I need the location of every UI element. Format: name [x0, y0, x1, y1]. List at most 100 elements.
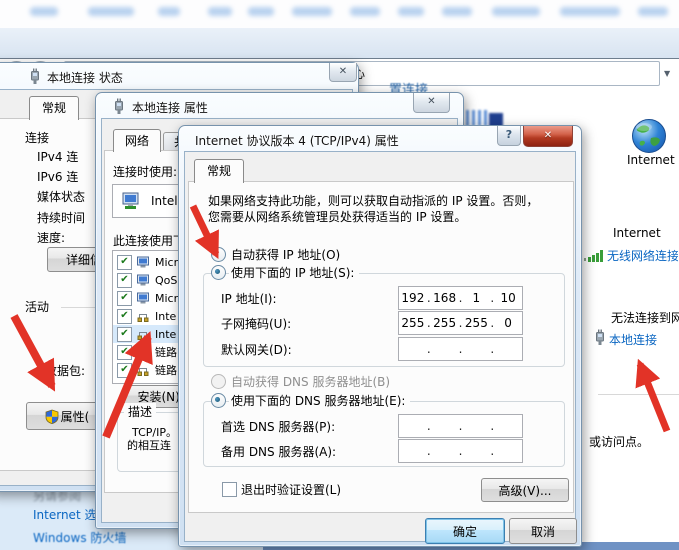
- radio-auto-ip[interactable]: [211, 247, 226, 262]
- checkbox-checked[interactable]: ✔: [117, 363, 132, 378]
- blurred-menu-item: [30, 7, 58, 16]
- status-dialog-titlebar[interactable]: 本地连接 状态 ✕: [0, 63, 358, 89]
- radio-manual-dns[interactable]: [211, 393, 226, 408]
- computer-icon: [137, 292, 151, 304]
- ok-button[interactable]: 确定: [425, 518, 505, 544]
- help-icon: ?: [506, 128, 512, 141]
- radio-auto-dns: [211, 374, 226, 389]
- checkbox-checked[interactable]: ✔: [117, 255, 132, 270]
- list-item-label: Micr: [155, 292, 178, 305]
- cannot-connect-text: 无法连接到网: [611, 309, 679, 326]
- address-bar: ← → ▾ ▶ 控制面板 ▶ 网络和 Internet ▶ 网络和共享中心 ▼: [0, 28, 679, 59]
- radio-manual-dns-label: 使用下面的 DNS 服务器地址(E):: [229, 392, 410, 409]
- close-icon: ✕: [339, 66, 347, 77]
- help-button[interactable]: ?: [497, 126, 521, 146]
- preferred-dns-field[interactable]: . . .: [398, 414, 523, 438]
- list-item-label: Inte: [155, 310, 176, 323]
- radio-manual-ip[interactable]: [211, 265, 226, 280]
- octet: 1: [463, 291, 491, 305]
- address-dropdown-icon[interactable]: ▼: [664, 69, 670, 78]
- blurred-menu-item: [88, 7, 134, 16]
- ethernet-plug-icon: [29, 68, 41, 85]
- status-dialog-title: 本地连接 状态: [47, 69, 123, 86]
- checkbox-checked[interactable]: ✔: [117, 345, 132, 360]
- tcpip-dialog-titlebar[interactable]: Internet 协议版本 4 (TCP/IPv4) 属性 ? ✕: [179, 126, 581, 152]
- close-button[interactable]: ✕: [329, 63, 357, 82]
- octet-separator: .: [490, 444, 494, 458]
- adapter-name: Intel: [151, 194, 178, 208]
- tab-network[interactable]: 网络: [113, 129, 161, 152]
- advanced-button[interactable]: 高级(V)...: [481, 478, 569, 502]
- description-label: 描述: [124, 403, 156, 420]
- annotation-arrow-local-connection: [640, 364, 667, 431]
- radio-auto-ip-label: 自动获得 IP 地址(O): [231, 246, 340, 263]
- list-item-label: 链路: [155, 362, 177, 378]
- close-icon: ✕: [427, 96, 435, 107]
- ip-address-field[interactable]: 192. 168. 1. 10: [398, 286, 523, 310]
- octet: 0: [494, 316, 522, 330]
- wireless-connection-link[interactable]: 无线网络连接: [607, 247, 678, 264]
- properties-button-label: 属性(: [61, 408, 90, 425]
- alternate-dns-field[interactable]: . . .: [398, 439, 523, 463]
- status-row: 媒体状态: [37, 188, 85, 205]
- blurred-menu-item: [158, 7, 180, 16]
- subnet-mask-field[interactable]: 255. 255. 255. 0: [398, 311, 523, 335]
- properties-dialog-titlebar[interactable]: 本地连接 属性 ✕: [96, 93, 463, 119]
- tab-general[interactable]: 常规: [29, 96, 79, 120]
- description-text: 的相互连: [127, 437, 171, 453]
- cancel-button[interactable]: 取消: [509, 518, 577, 544]
- blurred-thumbnail: [466, 110, 488, 126]
- intro-text: 如果网络支持此功能，则可以获取自动指派的 IP 设置。否则，: [208, 192, 538, 209]
- octet-separator: .: [427, 342, 431, 356]
- blurred-menu-item: [638, 7, 668, 16]
- preferred-dns-label: 首选 DNS 服务器(P):: [221, 418, 335, 435]
- close-button[interactable]: ✕: [413, 93, 450, 113]
- status-row: 速度:: [37, 229, 65, 246]
- octet-separator: .: [490, 342, 494, 356]
- list-item-label: QoS: [155, 274, 177, 287]
- list-item-label: 链路: [155, 344, 177, 360]
- uac-shield-icon: [45, 409, 59, 424]
- activity-section-label: 活动: [25, 298, 49, 315]
- checkbox-checked[interactable]: ✔: [117, 327, 132, 342]
- ethernet-plug-icon: [594, 329, 606, 346]
- checkbox-checked[interactable]: ✔: [117, 291, 132, 306]
- octet-separator: .: [459, 444, 463, 458]
- ethernet-plug-icon: [113, 98, 125, 115]
- blurred-menu-item: [208, 7, 232, 16]
- close-button[interactable]: ✕: [523, 126, 573, 147]
- status-row: IPv6 连: [37, 168, 78, 185]
- intro-text: 您需要从网络系统管理员处获得适当的 IP 设置。: [208, 208, 466, 225]
- network-protocol-icon: [137, 310, 151, 322]
- blurred-menu-item: [560, 7, 620, 16]
- connect-using-label: 连接时使用:: [113, 163, 177, 180]
- divider: [598, 394, 679, 395]
- connection-items-label: 此连接使用下: [113, 232, 185, 249]
- desktop-screenshot: ← → ▾ ▶ 控制面板 ▶ 网络和 Internet ▶ 网络和共享中心 ▼ …: [0, 0, 679, 550]
- local-connection-link[interactable]: 本地连接: [609, 331, 657, 348]
- blurred-menu-item: [350, 7, 380, 16]
- wifi-signal-icon: [584, 248, 605, 262]
- tab-general[interactable]: 常规: [194, 159, 244, 183]
- network-protocol-icon: [137, 328, 151, 340]
- blurred-menu-item: [492, 7, 540, 16]
- octet-separator: .: [490, 419, 494, 433]
- validate-checkbox[interactable]: [222, 482, 237, 497]
- validate-checkbox-label: 退出时验证设置(L): [241, 481, 341, 498]
- blurred-menu-item: [442, 7, 472, 16]
- blurred-menu-item: [292, 7, 332, 16]
- status-row: 持续时间: [37, 209, 85, 226]
- octet: 192: [399, 291, 427, 305]
- gateway-field[interactable]: . . .: [398, 337, 523, 361]
- checkbox-checked[interactable]: ✔: [117, 273, 132, 288]
- checkbox-checked[interactable]: ✔: [117, 309, 132, 324]
- list-item-label: Inte: [155, 328, 176, 341]
- octet-separator: .: [459, 342, 463, 356]
- tcpip-dialog-title: Internet 协议版本 4 (TCP/IPv4) 属性: [195, 132, 399, 149]
- ip-address-label: IP 地址(I):: [221, 290, 277, 307]
- access-point-text: 或访问点。: [589, 433, 649, 450]
- packets-label: 数据包:: [45, 362, 85, 379]
- blurred-menu-item: [248, 7, 274, 16]
- network-protocol-icon: [137, 346, 151, 358]
- windows-firewall-link[interactable]: Windows 防火墙: [33, 529, 126, 546]
